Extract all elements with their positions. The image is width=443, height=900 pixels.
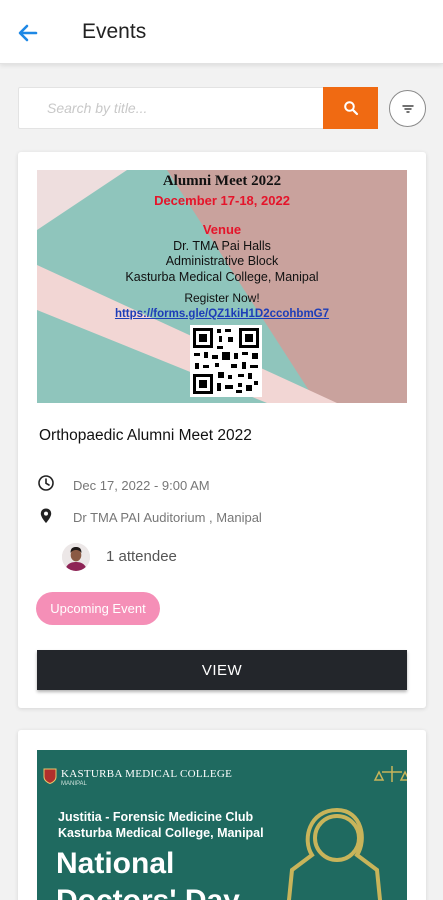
poster-headline: National bbox=[56, 847, 175, 880]
poster-venue-heading: Venue bbox=[202, 222, 242, 237]
page-title: Events bbox=[82, 20, 147, 43]
search-icon bbox=[343, 101, 358, 116]
attendee-avatar bbox=[62, 543, 90, 571]
event-poster-image: Alumni Meet 2022 December 17-18, 2022 Ve… bbox=[37, 170, 407, 403]
search-input[interactable] bbox=[19, 88, 324, 128]
event-location: Dr TMA PAI Auditorium , Manipal bbox=[73, 510, 262, 525]
college-emblem-icon bbox=[43, 768, 57, 784]
view-button[interactable]: VIEW bbox=[37, 650, 407, 690]
poster-venue-line: Dr. TMA Pai Halls bbox=[173, 239, 271, 253]
qr-code-icon bbox=[190, 325, 262, 397]
event-datetime: Dec 17, 2022 - 9:00 AM bbox=[73, 478, 210, 493]
poster-title: Alumni Meet 2022 bbox=[162, 173, 282, 189]
search-bar bbox=[18, 87, 378, 129]
poster-line: Kasturba Medical College, Manipal bbox=[58, 826, 264, 840]
poster-register: Register Now! bbox=[184, 291, 260, 305]
attendee-count: 1 attendee bbox=[106, 548, 177, 565]
location-pin-icon bbox=[40, 508, 52, 523]
event-card[interactable]: Alumni Meet 2022 December 17-18, 2022 Ve… bbox=[18, 152, 426, 708]
app-bar: Events bbox=[0, 0, 443, 64]
search-button[interactable] bbox=[323, 87, 378, 129]
poster-url: https://forms.gle/QZ1kiH1D2ccohbmG7 bbox=[114, 308, 330, 320]
arrow-left-icon bbox=[18, 24, 38, 42]
poster-venue-line: Kasturba Medical College, Manipal bbox=[125, 270, 319, 284]
poster-line: Justitia - Forensic Medicine Club bbox=[58, 810, 254, 824]
filter-icon bbox=[401, 104, 414, 113]
poster-college-sub: MANIPAL bbox=[61, 781, 87, 787]
poster-headline: Doctors' Day bbox=[56, 884, 240, 900]
status-badge: Upcoming Event bbox=[36, 592, 160, 625]
event-poster-image: KASTURBA MEDICAL COLLEGE MANIPAL Justiti… bbox=[37, 750, 407, 900]
poster-dates: December 17-18, 2022 bbox=[154, 193, 290, 208]
back-button[interactable] bbox=[14, 19, 42, 47]
poster-college: KASTURBA MEDICAL COLLEGE bbox=[61, 768, 233, 780]
clock-icon bbox=[38, 475, 54, 491]
poster-venue-line: Administrative Block bbox=[165, 254, 279, 268]
event-title: Orthopaedic Alumni Meet 2022 bbox=[39, 427, 252, 444]
filter-button[interactable] bbox=[389, 90, 426, 127]
event-card[interactable]: KASTURBA MEDICAL COLLEGE MANIPAL Justiti… bbox=[18, 730, 426, 900]
